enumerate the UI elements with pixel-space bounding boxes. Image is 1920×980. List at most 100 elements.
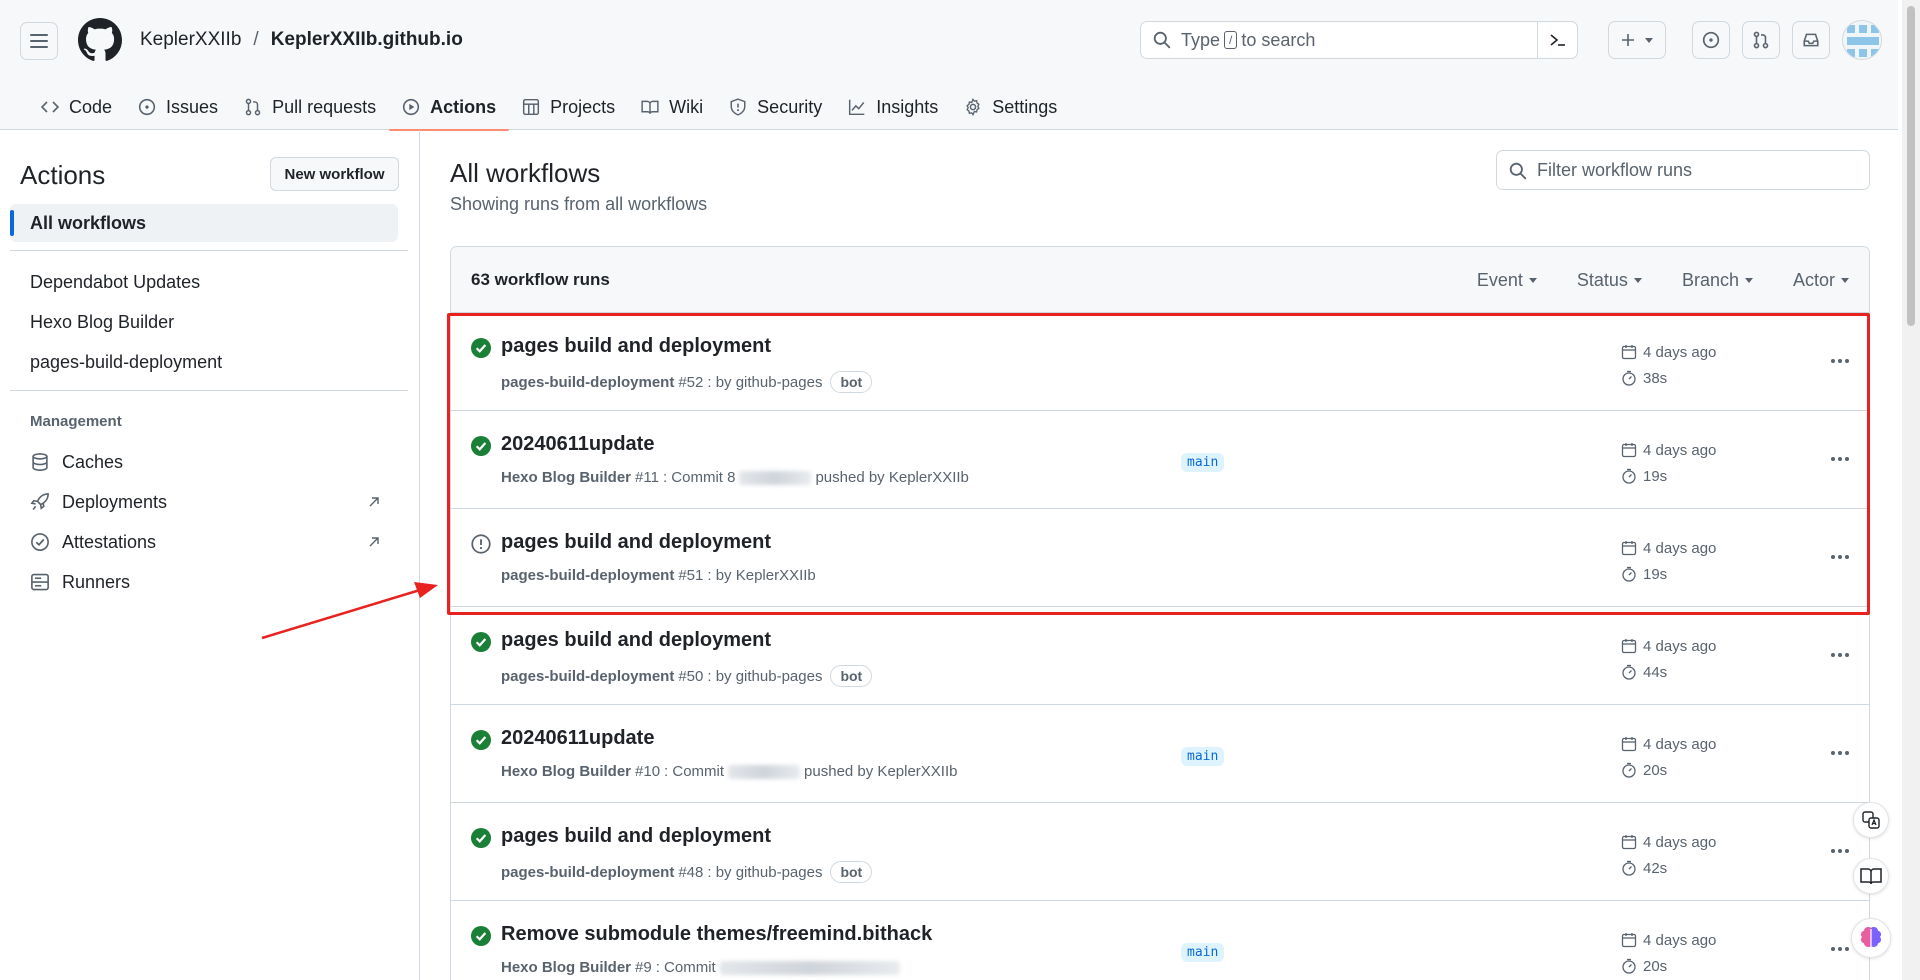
run-meta: Hexo Blog Builder #11 : Commit 8 pushed … xyxy=(501,469,969,486)
workflow-run-row[interactable]: pages build and deployment pages-build-d… xyxy=(451,509,1869,607)
arrow-up-right-icon xyxy=(369,497,379,507)
chevron-down-icon xyxy=(1645,37,1653,43)
owner-link[interactable]: KeplerXXIIb xyxy=(140,29,241,51)
run-title[interactable]: pages build and deployment xyxy=(501,335,771,358)
management-heading: Management xyxy=(30,413,122,430)
pull-requests-button[interactable] xyxy=(1742,21,1780,59)
tab-code[interactable]: Code xyxy=(28,84,125,130)
ai-assistant-button[interactable] xyxy=(1851,918,1891,958)
run-commit-label: : Commit xyxy=(655,959,716,976)
plus-icon xyxy=(1622,34,1634,46)
tab-settings[interactable]: Settings xyxy=(951,84,1070,130)
run-actions-menu[interactable] xyxy=(1826,641,1854,669)
branch-badge[interactable]: main xyxy=(1181,747,1225,766)
tab-code-label: Code xyxy=(69,96,113,117)
stopwatch-icon xyxy=(1622,664,1636,680)
sidebar-item-hexo-blog-builder[interactable]: Hexo Blog Builder xyxy=(10,303,398,341)
filter-placeholder: Filter workflow runs xyxy=(1537,159,1693,180)
sidebar-item-runners[interactable]: Runners xyxy=(10,563,398,601)
sidebar-item-label: Attestations xyxy=(62,531,157,552)
sidebar-item-deployments[interactable]: Deployments xyxy=(10,483,398,521)
actor-filter[interactable]: Actor xyxy=(1793,270,1849,291)
sidebar-item-pages-build-deployment[interactable]: pages-build-deployment xyxy=(10,343,398,381)
tab-issues[interactable]: Issues xyxy=(125,84,231,130)
stopwatch-icon xyxy=(1622,860,1636,876)
run-duration: 20s xyxy=(1643,957,1668,975)
run-actions-menu[interactable] xyxy=(1826,445,1854,473)
run-title[interactable]: 20240611update xyxy=(501,433,654,456)
run-title[interactable]: pages build and deployment xyxy=(501,825,771,848)
sidebar-item-dependabot-updates[interactable]: Dependabot Updates xyxy=(10,263,398,301)
workflow-run-row[interactable]: pages build and deployment pages-build-d… xyxy=(451,607,1869,705)
page-scrollbar[interactable] xyxy=(1902,0,1920,980)
run-actions-menu[interactable] xyxy=(1826,739,1854,767)
sidebar-item-all-workflows[interactable]: All workflows xyxy=(10,204,398,242)
branch-filter[interactable]: Branch xyxy=(1682,270,1753,291)
search-suffix: to search xyxy=(1241,29,1316,50)
run-title[interactable]: pages build and deployment xyxy=(501,629,771,652)
scrollbar-thumb[interactable] xyxy=(1907,6,1915,326)
event-filter[interactable]: Event xyxy=(1477,270,1537,291)
branch-badge[interactable]: main xyxy=(1181,943,1225,962)
run-duration: 20s xyxy=(1643,761,1668,779)
status-filter[interactable]: Status xyxy=(1577,270,1642,291)
repo-link[interactable]: KeplerXXIIb.github.io xyxy=(271,29,463,51)
workflow-run-row[interactable]: 20240611update Hexo Blog Builder #11 : C… xyxy=(451,411,1869,509)
kebab-horizontal-icon xyxy=(1831,751,1849,755)
tab-wiki-label: Wiki xyxy=(669,96,704,117)
filter-runs-input[interactable]: Filter workflow runs xyxy=(1496,150,1870,190)
inbox-button[interactable] xyxy=(1792,21,1830,59)
search-input[interactable]: Type / to search xyxy=(1140,21,1578,59)
tab-security-label: Security xyxy=(757,96,823,117)
run-actions-menu[interactable] xyxy=(1826,837,1854,865)
run-duration: 19s xyxy=(1643,565,1668,583)
create-new-button[interactable] xyxy=(1608,21,1666,59)
actions-sidebar: Actions New workflow All workflows Depen… xyxy=(0,130,420,980)
workflow-run-row[interactable]: Remove submodule themes/freemind.bithack… xyxy=(451,901,1869,980)
tab-wiki[interactable]: Wiki xyxy=(628,84,716,130)
menu-button[interactable] xyxy=(20,22,58,60)
run-meta: Hexo Blog Builder #10 : Commit pushed by… xyxy=(501,763,957,780)
stopwatch-icon xyxy=(1622,762,1636,778)
run-workflow-name: pages-build-deployment xyxy=(501,373,675,391)
page-title: All workflows xyxy=(450,158,601,188)
run-number: #52 xyxy=(678,373,704,391)
issues-button[interactable] xyxy=(1692,21,1730,59)
run-number: #51 xyxy=(678,567,704,584)
command-palette-button[interactable] xyxy=(1537,22,1577,58)
run-actions-menu[interactable] xyxy=(1826,935,1854,963)
sidebar-item-caches[interactable]: Caches xyxy=(10,443,398,481)
workflow-run-row[interactable]: 20240611update Hexo Blog Builder #10 : C… xyxy=(451,705,1869,803)
sidebar-item-attestations[interactable]: Attestations xyxy=(10,523,398,561)
sidebar-item-label: Dependabot Updates xyxy=(30,271,201,292)
run-title[interactable]: Remove submodule themes/freemind.bithack xyxy=(501,923,932,946)
check-circle-icon xyxy=(471,338,491,358)
sidebar-divider xyxy=(10,390,408,391)
run-actions-menu[interactable] xyxy=(1826,543,1854,571)
tab-pull-requests[interactable]: Pull requests xyxy=(231,84,389,130)
redacted-commit-sha xyxy=(728,764,801,779)
reader-mode-button[interactable] xyxy=(1853,858,1889,894)
stopwatch-icon xyxy=(1622,370,1636,386)
run-title[interactable]: pages build and deployment xyxy=(501,531,771,554)
run-actions-menu[interactable] xyxy=(1826,347,1854,375)
tab-projects[interactable]: Projects xyxy=(509,84,628,130)
translate-button[interactable] xyxy=(1853,802,1889,838)
workflow-run-row[interactable]: pages build and deployment pages-build-d… xyxy=(451,803,1869,901)
tab-actions[interactable]: Actions xyxy=(389,84,510,131)
workflow-run-row[interactable]: pages build and deployment pages-build-d… xyxy=(451,313,1869,411)
run-commit-label: : Commit xyxy=(664,763,725,780)
kebab-horizontal-icon xyxy=(1831,947,1849,951)
tab-insights[interactable]: Insights xyxy=(835,84,951,130)
run-title[interactable]: 20240611update xyxy=(501,727,654,750)
play-icon xyxy=(403,98,420,116)
run-number: #48 xyxy=(678,863,704,881)
branch-badge[interactable]: main xyxy=(1181,453,1225,472)
tab-security[interactable]: Security xyxy=(716,84,835,130)
github-logo-icon[interactable] xyxy=(78,18,122,62)
run-duration: 42s xyxy=(1643,859,1668,877)
avatar[interactable] xyxy=(1842,20,1882,60)
new-workflow-button[interactable]: New workflow xyxy=(270,157,399,191)
run-workflow-name: pages-build-deployment xyxy=(501,567,675,584)
server-icon xyxy=(31,573,49,591)
